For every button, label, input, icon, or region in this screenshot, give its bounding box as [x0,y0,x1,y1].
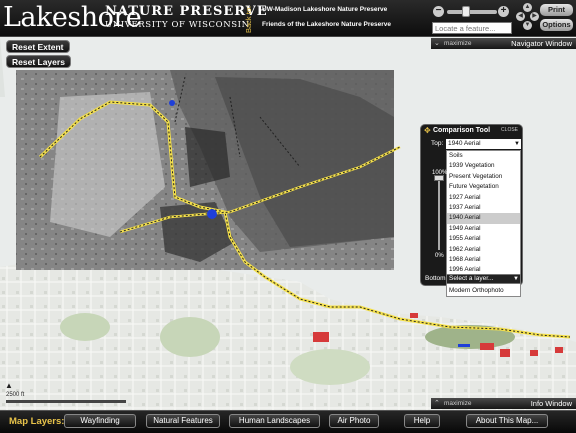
reset-layers-button[interactable]: Reset Layers [6,55,71,68]
top-layer-label: Top: [431,140,444,147]
reset-extent-button[interactable]: Reset Extent [6,40,70,53]
human-landscapes-button[interactable]: Human Landscapes [229,414,320,428]
footer-bar: Map Layers: Wayfinding Natural Features … [0,410,576,433]
air-photo-button[interactable]: Air Photo [329,414,379,428]
print-button[interactable]: Print [540,4,573,16]
chevron-down-icon: ▼ [514,141,520,147]
header-bar: Lakeshore NATURE PRESERVE UNIVERSITY OF … [0,0,576,37]
info-window-bar[interactable]: ⌃ maximize Info Window [431,398,576,409]
maximize-label[interactable]: maximize [444,38,471,49]
navigator-window-bar[interactable]: ⌄ maximize Navigator Window [431,38,576,49]
comparison-tool-title: Comparison Tool [433,127,491,134]
map-view[interactable]: Reset Extent Reset Layers ⌄ maximize Nav… [0,37,576,410]
scale-bar: ▲ 2500 ft [4,381,126,405]
layer-option[interactable]: Soils [447,151,520,161]
zoom-slider-track[interactable] [447,10,497,14]
chevron-down-icon: ⌄ [434,40,440,47]
maximize-label[interactable]: maximize [444,398,471,409]
pan-right-icon[interactable]: ▶ [530,12,539,21]
pan-up-icon[interactable]: ▲ [523,3,532,12]
scale-line [6,400,126,403]
scale-label: 2500 ft [6,392,25,398]
layer-option[interactable]: 1962 Aerial [447,245,520,255]
top-layer-value: 1940 Aerial [448,140,481,147]
logo-university: UNIVERSITY OF WISCONSIN [105,20,250,30]
link-friends-preserve[interactable]: Friends of the Lakeshore Nature Preserve [262,21,391,28]
layer-option[interactable]: 1937 Aerial [447,203,520,213]
map-layers-label: Map Layers: [9,416,65,427]
about-this-map-button[interactable]: About This Map... [466,414,548,428]
comparison-tool-panel: ✥ Comparison Tool CLOSE Top: 1940 Aerial… [420,124,523,298]
bottom-layer-select[interactable]: Select a layer... ▼ [446,274,521,284]
pan-down-icon[interactable]: ▼ [523,21,532,30]
pan-left-icon[interactable]: ◀ [516,12,525,21]
info-window-title: Info Window [530,399,572,408]
layer-option[interactable]: Modern Orthophoto [447,286,520,296]
zoom-in-button[interactable]: + [498,6,509,17]
layer-option[interactable]: 1968 Aerial [447,255,520,265]
opacity-slider-track[interactable] [438,180,440,250]
top-layer-select[interactable]: 1940 Aerial ▼ [446,139,521,149]
natural-features-button[interactable]: Natural Features [146,414,220,428]
close-button[interactable]: CLOSE [501,127,518,133]
zoom-out-button[interactable]: − [433,6,444,17]
layer-option[interactable]: 1939 Vegetation [447,161,520,171]
layer-option[interactable]: 1940 Aerial [447,213,520,224]
bottom-layer-value: Select a layer... [449,275,494,282]
navigator-window-title: Navigator Window [511,39,572,48]
bottom-layer-label: Bottom: [425,275,448,282]
link-uw-madison-preserve[interactable]: UW-Madison Lakeshore Nature Preserve [262,6,387,13]
opacity-slider-thumb[interactable] [434,175,444,181]
layer-option[interactable]: 1949 Aerial [447,224,520,234]
zoom-slider-thumb[interactable] [461,6,470,17]
help-button[interactable]: Help [404,414,440,428]
layer-option[interactable]: Future Vegetation [447,182,520,192]
north-arrow-icon: ▲ [5,381,13,390]
layer-option[interactable]: 1927 Aerial [447,193,520,203]
opacity-min-label: 0% [435,253,444,259]
layer-option[interactable]: Present Vegetation [447,172,520,182]
layer-option[interactable]: 1955 Aerial [447,234,520,244]
search-input[interactable] [432,22,512,34]
wayfinding-button[interactable]: Wayfinding [64,414,136,428]
options-button[interactable]: Options [540,19,573,31]
chevron-down-icon: ▼ [513,276,519,282]
back-to-label: Back to: [244,5,253,33]
move-icon[interactable]: ✥ [424,126,431,135]
chevron-up-icon: ⌃ [434,400,440,407]
